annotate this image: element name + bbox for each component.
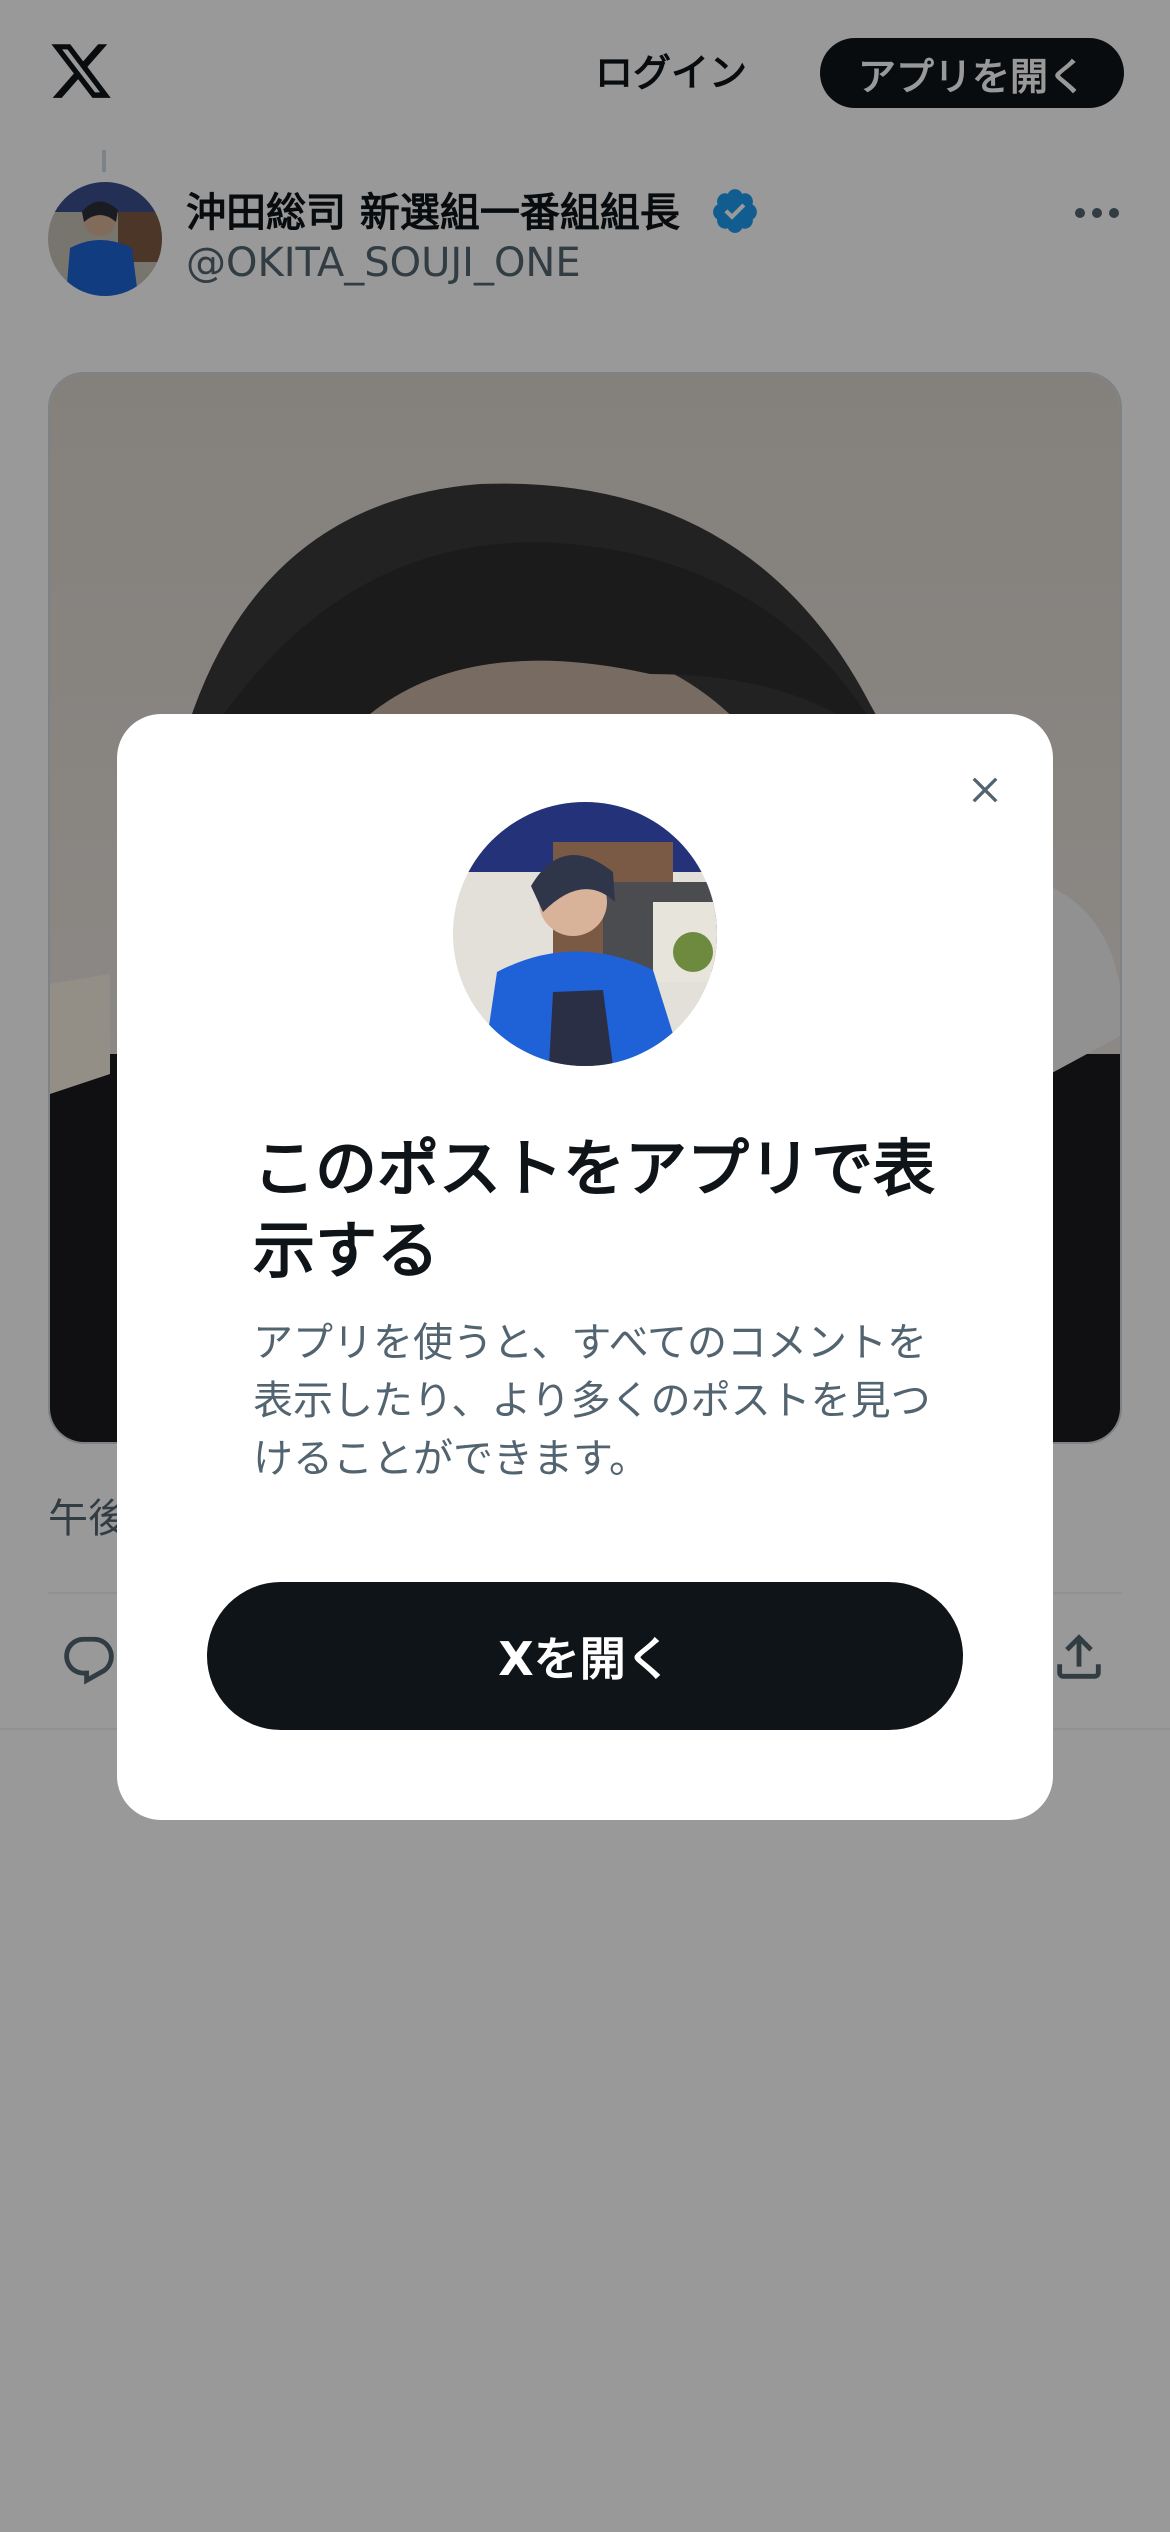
close-button[interactable] xyxy=(947,752,1023,828)
modal-title: このポストをアプリで表示する xyxy=(253,1132,936,1287)
open-in-app-dialog: このポストをアプリで表示する アプリを使うと、すべてのコメントを表示したり、より… xyxy=(117,714,1053,1820)
modal-description: アプリを使うと、すべてのコメントを表示したり、より多くのポストを見つけることがで… xyxy=(253,1320,931,1482)
close-icon xyxy=(972,777,998,803)
modal-avatar xyxy=(453,802,717,1066)
open-x-button[interactable]: Xを開く xyxy=(207,1582,963,1730)
post-page: ログイン アプリを開く 沖田総司 新選組一番組組長 @OKITA_SOUJI_O… xyxy=(0,0,1170,2532)
